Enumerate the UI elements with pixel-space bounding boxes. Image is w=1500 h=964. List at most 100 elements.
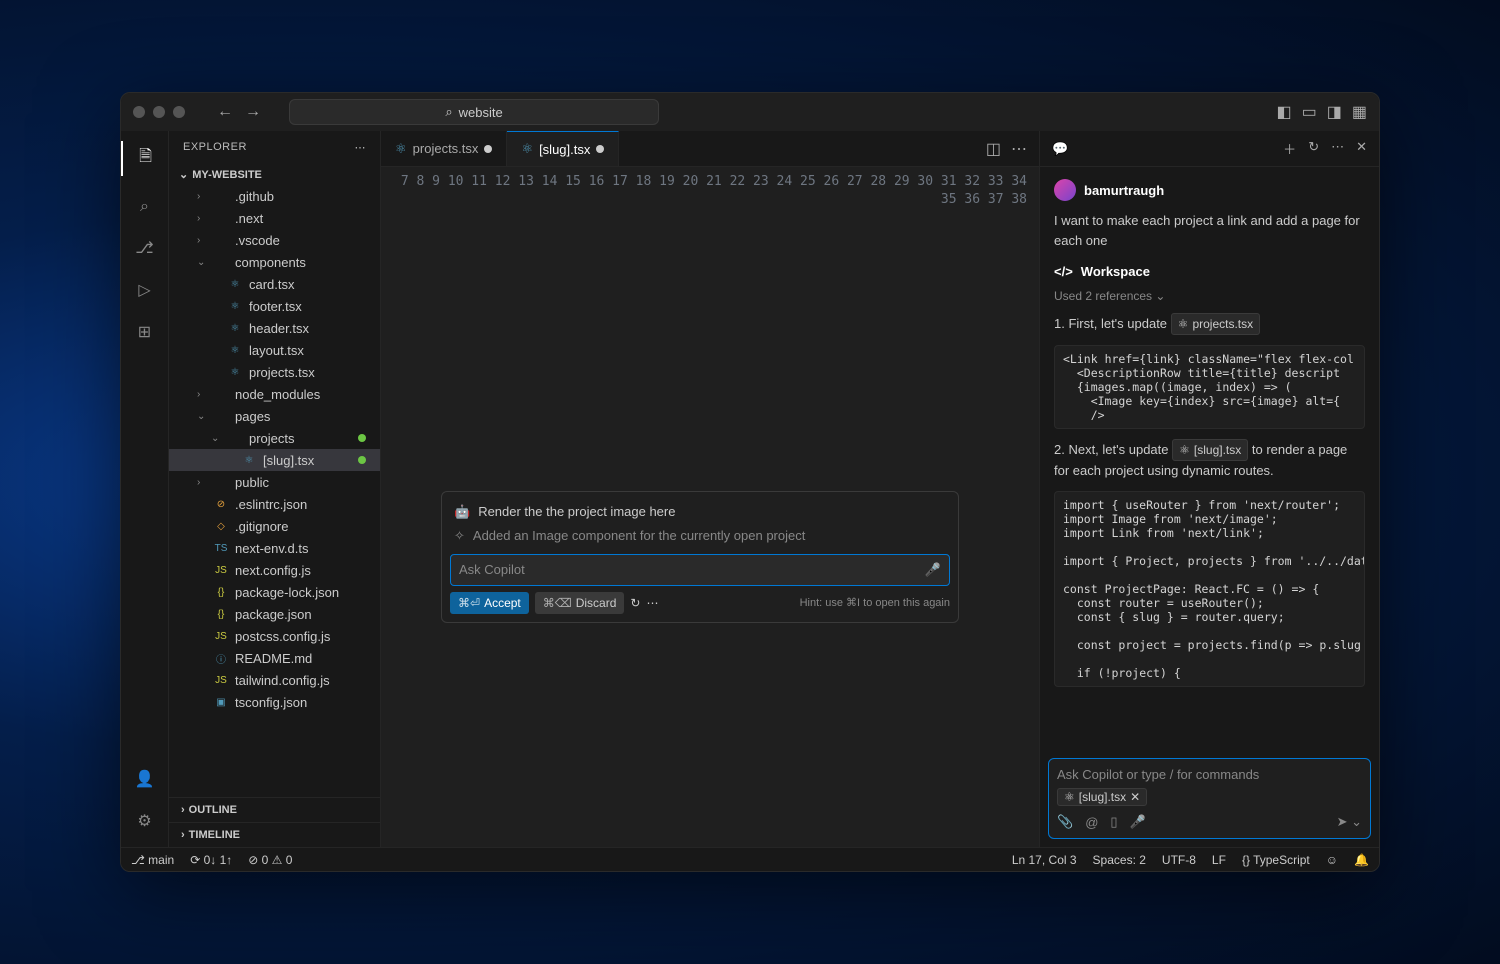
file-tree-item[interactable]: {}package-lock.json [169, 581, 380, 603]
copilot-inline-popup: 🤖 Render the the project image here ✧ Ad… [441, 491, 959, 623]
outline-section[interactable]: ›OUTLINE [169, 797, 380, 822]
main-body: 🗎 ⌕ ⎇ ▷ ⊞ 👤 ⚙ EXPLORER ⋯ ⌄ MY-WEBSITE ›.… [121, 131, 1379, 847]
layout-sidebar-left-icon[interactable]: ◧ [1277, 102, 1292, 122]
file-tree-item[interactable]: ⌄pages [169, 405, 380, 427]
explorer-more-icon[interactable]: ⋯ [355, 141, 367, 154]
copilot-inline-input[interactable]: Ask Copilot 🎤 [450, 554, 950, 586]
file-tree-item[interactable]: JSnext.config.js [169, 559, 380, 581]
search-icon: ⌕ [445, 104, 452, 120]
chat-more-icon[interactable]: ⋯ [1331, 139, 1344, 158]
file-tree-item[interactable]: ›.next [169, 207, 380, 229]
file-tree-item[interactable]: ⚛projects.tsx [169, 361, 380, 383]
nav-back-icon[interactable]: ← [217, 103, 233, 121]
source-control-icon[interactable]: ⎇ [135, 238, 153, 258]
history-icon[interactable]: ↻ [1308, 139, 1319, 158]
status-bar: ⎇ main ⟳ 0↓ 1↑ ⊘ 0 ⚠ 0 Ln 17, Col 3 Spac… [121, 847, 1379, 871]
discard-button[interactable]: ⌘⌫ Discard [535, 592, 625, 614]
file-tree-item[interactable]: ⚛card.tsx [169, 273, 380, 295]
minimize-window[interactable] [153, 106, 165, 118]
file-tree-item[interactable]: ⓘREADME.md [169, 647, 380, 669]
file-tree-item[interactable]: {}package.json [169, 603, 380, 625]
file-tree-item[interactable]: ›public [169, 471, 380, 493]
feedback-icon[interactable]: ☺ [1326, 853, 1338, 867]
user-avatar [1054, 179, 1076, 201]
attach-icon[interactable]: 📎 [1057, 814, 1073, 830]
file-tree-item[interactable]: ⚛layout.tsx [169, 339, 380, 361]
accounts-icon[interactable]: 👤 [135, 769, 155, 789]
voice-icon[interactable]: 🎤 [1130, 814, 1146, 830]
editor-more-icon[interactable]: ⋯ [1011, 139, 1027, 159]
command-center[interactable]: ⌕ website [289, 99, 659, 125]
file-tree-item[interactable]: ⊘.eslintrc.json [169, 493, 380, 515]
slash-icon[interactable]: ▯ [1110, 814, 1117, 830]
search-activity-icon[interactable]: ⌕ [140, 198, 149, 216]
language-indicator[interactable]: {} TypeScript [1242, 853, 1310, 867]
file-tree-item[interactable]: ⌄projects [169, 427, 380, 449]
references-text[interactable]: Used 2 references ⌄ [1054, 289, 1365, 303]
chat-user-row: bamurtraugh [1054, 179, 1365, 201]
file-chip-projects[interactable]: ⚛ projects.tsx [1171, 313, 1260, 335]
file-tree-item[interactable]: ›.vscode [169, 229, 380, 251]
mention-icon[interactable]: @ [1085, 815, 1098, 830]
explorer-header: EXPLORER ⋯ [169, 131, 380, 164]
explorer-icon[interactable]: 🗎 [121, 141, 168, 176]
copilot-instruction: Render the the project image here [478, 503, 675, 521]
cursor-position[interactable]: Ln 17, Col 3 [1012, 853, 1077, 867]
problems-indicator[interactable]: ⊘ 0 ⚠ 0 [248, 853, 292, 867]
file-tree-item[interactable]: ⚛footer.tsx [169, 295, 380, 317]
eol-indicator[interactable]: LF [1212, 853, 1226, 867]
code-editor[interactable]: 7 8 9 10 11 12 13 14 15 16 17 18 19 20 2… [381, 167, 1039, 847]
workspace-icon: </> [1054, 264, 1073, 279]
file-tree-item[interactable]: ◇.gitignore [169, 515, 380, 537]
encoding-indicator[interactable]: UTF-8 [1162, 853, 1196, 867]
maximize-window[interactable] [173, 106, 185, 118]
layout-customize-icon[interactable]: ▦ [1352, 102, 1367, 122]
notifications-icon[interactable]: 🔔 [1354, 853, 1369, 867]
extensions-icon[interactable]: ⊞ [138, 322, 151, 342]
more-actions-icon[interactable]: ⋯ [646, 594, 658, 612]
indent-indicator[interactable]: Spaces: 2 [1093, 853, 1146, 867]
sync-indicator[interactable]: ⟳ 0↓ 1↑ [190, 853, 232, 867]
close-chat-icon[interactable]: ✕ [1356, 139, 1367, 158]
file-tree-item[interactable]: ▣tsconfig.json [169, 691, 380, 713]
chat-code-block-1: <Link href={link} className="flex flex-c… [1054, 345, 1365, 429]
timeline-section[interactable]: ›TIMELINE [169, 822, 380, 847]
run-debug-icon[interactable]: ▷ [138, 280, 150, 300]
file-chip-slug[interactable]: ⚛ [slug].tsx [1172, 439, 1248, 461]
file-tree-item[interactable]: JSpostcss.config.js [169, 625, 380, 647]
context-chip[interactable]: ⚛ [slug].tsx ✕ [1057, 788, 1147, 806]
split-editor-icon[interactable]: ◫ [986, 139, 1001, 159]
editor-tab[interactable]: ⚛projects.tsx [381, 131, 507, 166]
branch-indicator[interactable]: ⎇ main [131, 853, 174, 867]
copilot-hint: Hint: use ⌘I to open this again [800, 594, 950, 612]
layout-panel-icon[interactable]: ▭ [1302, 102, 1317, 122]
file-tree-item[interactable]: ›node_modules [169, 383, 380, 405]
copilot-change-summary: Added an Image component for the current… [473, 527, 805, 545]
accept-button[interactable]: ⌘⏎ Accept [450, 592, 529, 614]
rerun-icon[interactable]: ↻ [630, 594, 640, 612]
file-tree-item[interactable]: ⌄components [169, 251, 380, 273]
close-window[interactable] [133, 106, 145, 118]
explorer-sidebar: EXPLORER ⋯ ⌄ MY-WEBSITE ›.github›.next›.… [169, 131, 381, 847]
copilot-avatar-icon: 🤖 [454, 503, 470, 521]
chat-header: 💬 ＋ ↻ ⋯ ✕ [1040, 131, 1379, 167]
file-tree-item[interactable]: ⚛header.tsx [169, 317, 380, 339]
user-message: I want to make each project a link and a… [1054, 211, 1365, 250]
file-tree-item[interactable]: ›.github [169, 185, 380, 207]
file-tree-item[interactable]: TSnext-env.d.ts [169, 537, 380, 559]
chat-icon[interactable]: 💬 [1052, 141, 1068, 157]
vscode-window: ← → ⌕ website ◧ ▭ ◨ ▦ 🗎 ⌕ ⎇ ▷ ⊞ 👤 ⚙ [120, 92, 1380, 872]
new-chat-icon[interactable]: ＋ [1283, 139, 1296, 158]
file-tree-item[interactable]: JStailwind.config.js [169, 669, 380, 691]
workspace-root[interactable]: ⌄ MY-WEBSITE [169, 164, 380, 185]
settings-gear-icon[interactable]: ⚙ [137, 811, 151, 831]
mic-icon[interactable]: 🎤 [925, 561, 941, 579]
nav-forward-icon[interactable]: → [245, 103, 261, 121]
sparkle-icon: ✧ [454, 527, 465, 545]
editor-tab[interactable]: ⚛[slug].tsx [507, 131, 619, 166]
file-tree-item[interactable]: ⚛[slug].tsx [169, 449, 380, 471]
send-icon[interactable]: ➤ ⌄ [1337, 814, 1362, 830]
chat-input-box[interactable]: Ask Copilot or type / for commands ⚛ [sl… [1048, 758, 1371, 839]
chat-code-block-2: import { useRouter } from 'next/router';… [1054, 491, 1365, 687]
layout-sidebar-right-icon[interactable]: ◨ [1327, 102, 1342, 122]
